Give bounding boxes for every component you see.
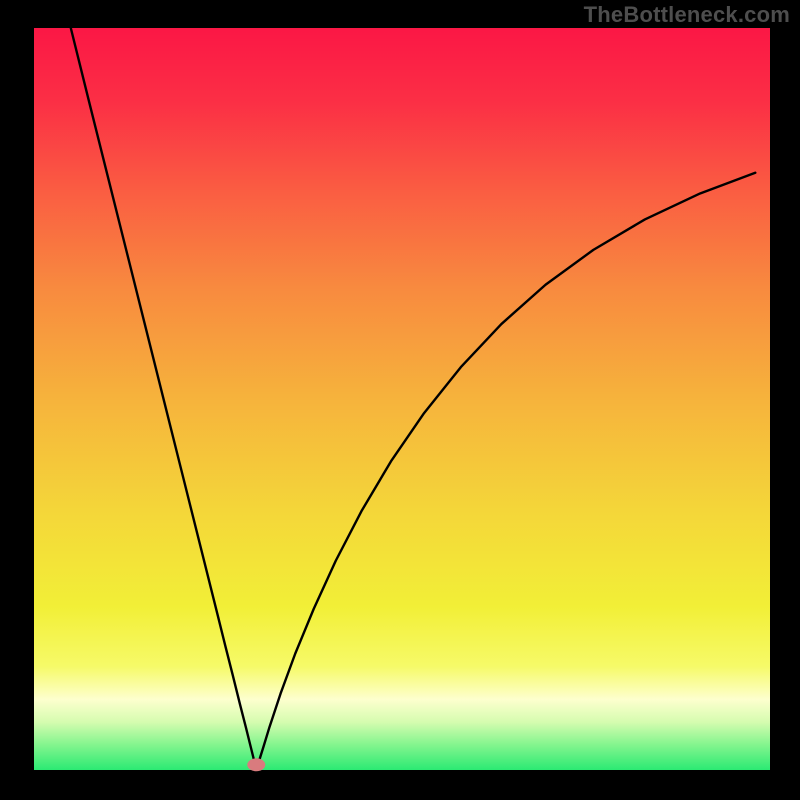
watermark-text: TheBottleneck.com [584, 2, 790, 28]
chart-frame: TheBottleneck.com [0, 0, 800, 800]
bottleneck-chart [0, 0, 800, 800]
minimum-marker [247, 758, 265, 771]
plot-background [34, 28, 770, 770]
